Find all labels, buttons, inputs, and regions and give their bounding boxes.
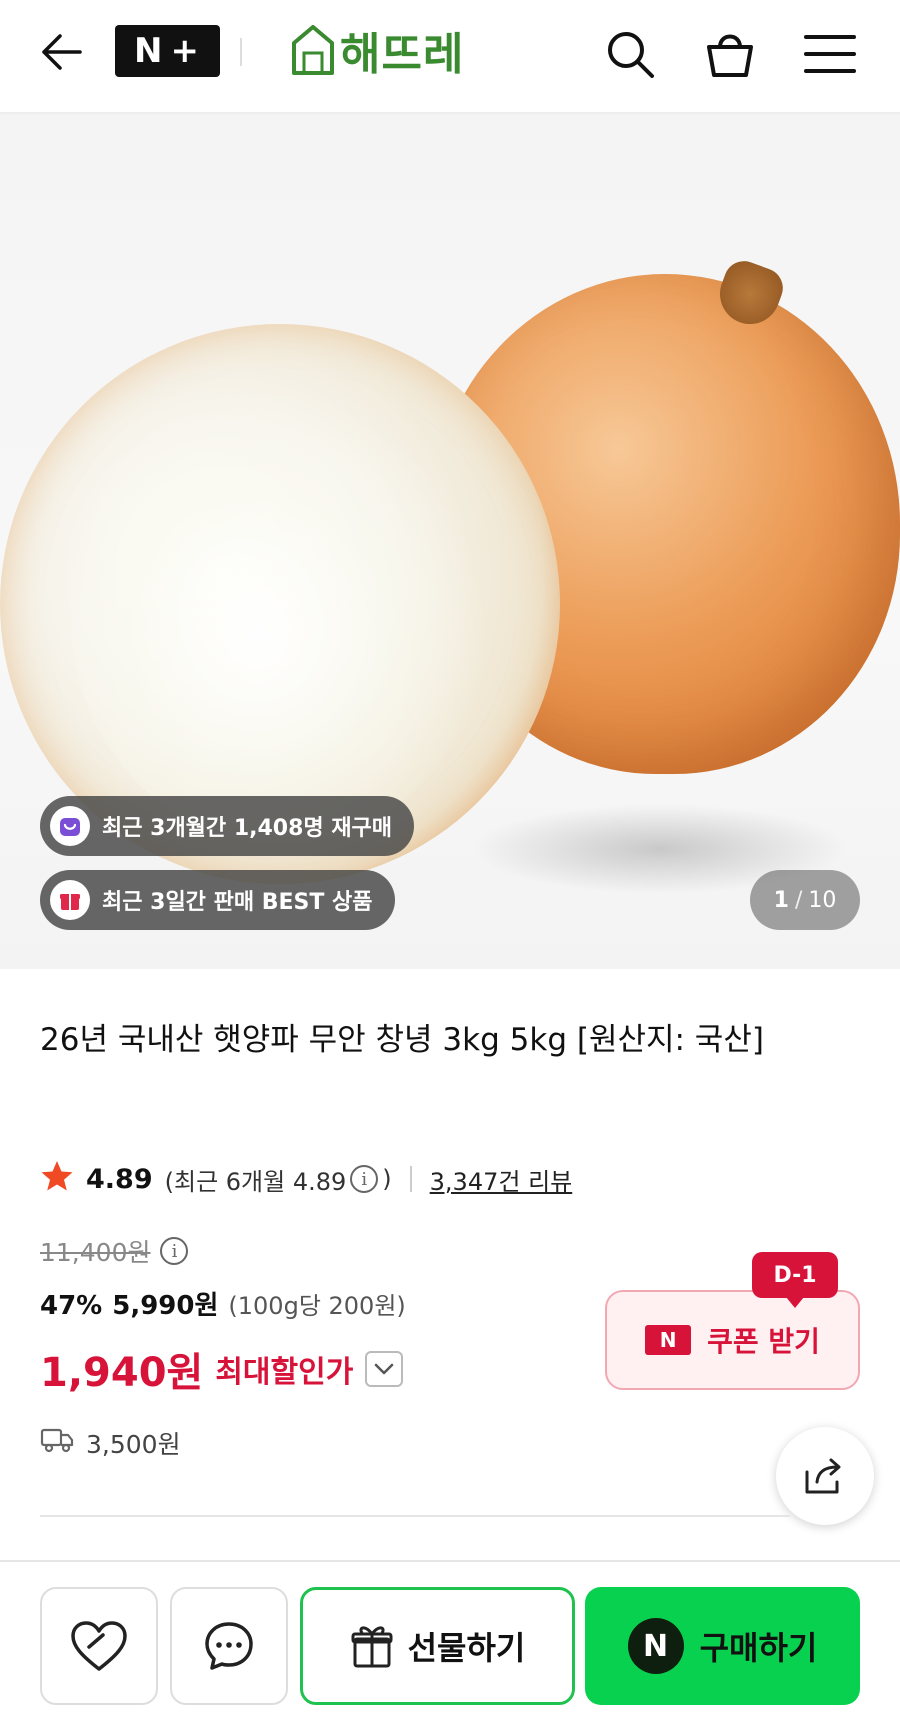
coupon-button-label: 쿠폰 받기 bbox=[707, 1325, 820, 1358]
review-count-link[interactable]: 3,347건 리뷰 bbox=[430, 1162, 573, 1197]
store-logo[interactable]: 해뜨레 bbox=[290, 20, 464, 80]
nplus-plus-text: + bbox=[170, 31, 201, 71]
unit-price: (100g당 200원) bbox=[228, 1292, 406, 1320]
share-icon bbox=[805, 1458, 841, 1494]
max-discount-label: 최대할인가 bbox=[215, 1355, 354, 1390]
image-counter-current: 1 bbox=[773, 887, 789, 913]
max-discount-row[interactable]: 1,940원 최대할인가 bbox=[40, 1340, 404, 1398]
naver-pay-icon: N bbox=[627, 1618, 684, 1674]
shipping-fee: 3,500원 bbox=[40, 1425, 181, 1461]
gift-box-icon bbox=[50, 880, 90, 920]
talk-talk-button[interactable] bbox=[170, 1587, 288, 1705]
repurchase-badge-text: 최근 3개월간 1,408명 재구매 bbox=[102, 816, 393, 841]
top-header: N + 해뜨레 bbox=[0, 0, 900, 114]
like-button[interactable] bbox=[40, 1587, 158, 1705]
shipping-fee-value: 3,500원 bbox=[86, 1430, 181, 1459]
original-price: 11,400원 bbox=[40, 1238, 151, 1267]
price-info-icon[interactable]: i bbox=[160, 1237, 189, 1265]
delivery-truck-icon bbox=[40, 1427, 74, 1459]
gift-button[interactable]: 선물하기 bbox=[300, 1587, 575, 1705]
heart-icon bbox=[71, 1621, 127, 1671]
product-title: 26년 국내산 햇양파 무안 창녕 3kg 5kg [원산지: 국산] bbox=[40, 1022, 764, 1058]
image-counter: 1 / 10 bbox=[750, 870, 860, 930]
image-counter-separator: / bbox=[794, 887, 803, 913]
repurchase-bag-icon bbox=[50, 806, 90, 846]
shopping-bag-icon[interactable] bbox=[700, 24, 760, 84]
buy-button[interactable]: N 구매하기 bbox=[585, 1587, 860, 1705]
coupon-button[interactable]: N 쿠폰 받기 bbox=[605, 1290, 860, 1390]
naver-plus-logo[interactable]: N + bbox=[115, 25, 220, 77]
gift-button-label: 선물하기 bbox=[407, 1629, 526, 1667]
recent-rating-close: ) bbox=[382, 1165, 392, 1193]
store-logo-text: 해뜨레 bbox=[340, 29, 465, 80]
onion-cross-section bbox=[70, 384, 490, 844]
header-divider bbox=[240, 38, 242, 66]
chevron-down-icon[interactable] bbox=[365, 1351, 404, 1387]
max-discount-price: 1,940원 bbox=[40, 1350, 204, 1396]
share-button[interactable] bbox=[776, 1427, 874, 1525]
sale-price: 5,990원 bbox=[112, 1291, 219, 1321]
recent-rating[interactable]: (최근 6개월 4.89 i ) bbox=[165, 1162, 392, 1197]
repurchase-badge: 최근 3개월간 1,408명 재구매 bbox=[40, 796, 415, 856]
search-icon[interactable] bbox=[600, 24, 660, 84]
star-icon bbox=[40, 1159, 74, 1199]
rating-divider bbox=[409, 1166, 412, 1192]
naver-coupon-icon: N bbox=[645, 1325, 692, 1355]
coupon-dday-badge: D-1 bbox=[752, 1252, 838, 1308]
rating-row: 4.89 (최근 6개월 4.89 i ) 3,347건 리뷰 bbox=[40, 1155, 572, 1203]
gift-icon bbox=[351, 1626, 393, 1668]
chat-bubble-icon bbox=[205, 1622, 253, 1670]
best-seller-badge-text: 최근 3일간 판매 BEST 상품 bbox=[102, 890, 373, 915]
section-divider bbox=[40, 1515, 790, 1517]
image-counter-total: 10 bbox=[808, 887, 837, 913]
hamburger-menu-icon[interactable] bbox=[800, 24, 860, 84]
original-price-row: 11,400원 i bbox=[40, 1233, 189, 1269]
buy-button-label: 구매하기 bbox=[699, 1629, 818, 1667]
rating-score: 4.89 bbox=[86, 1163, 153, 1195]
house-logo-icon bbox=[292, 25, 334, 75]
discount-percent: 47% bbox=[40, 1291, 103, 1321]
nplus-n-text: N bbox=[134, 31, 165, 71]
back-arrow-icon[interactable] bbox=[30, 24, 90, 80]
recent-rating-text: (최근 6개월 4.89 bbox=[164, 1167, 347, 1196]
best-seller-badge: 최근 3일간 판매 BEST 상품 bbox=[40, 870, 395, 930]
sale-price-row: 47% 5,990원 (100g당 200원) bbox=[40, 1285, 406, 1322]
info-icon[interactable]: i bbox=[350, 1165, 379, 1193]
